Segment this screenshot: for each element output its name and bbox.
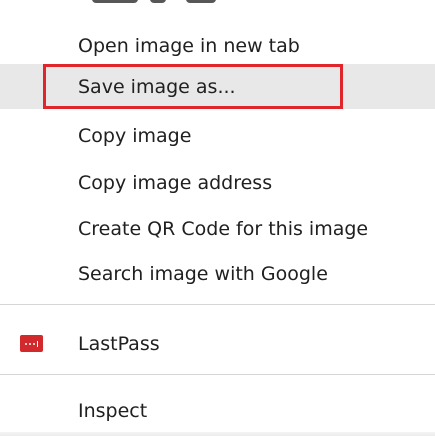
menu-item-copy-image[interactable]: Copy image (0, 113, 435, 158)
menu-bottom-edge (0, 432, 435, 436)
context-menu: Open image in new tab Save image as... C… (0, 0, 435, 436)
menu-separator (0, 374, 435, 375)
menu-item-copy-image-address[interactable]: Copy image address (0, 160, 435, 205)
cropped-previous-item (0, 0, 435, 14)
menu-item-inspect[interactable]: Inspect (0, 388, 435, 433)
lastpass-icon (20, 335, 43, 352)
menu-item-open-image-new-tab[interactable]: Open image in new tab (0, 23, 435, 68)
menu-item-lastpass-label: LastPass (78, 332, 160, 355)
menu-item-create-qr-code[interactable]: Create QR Code for this image (0, 206, 435, 251)
menu-item-save-image-as[interactable]: Save image as... (0, 64, 435, 109)
menu-item-search-image-google[interactable]: Search image with Google (0, 251, 435, 296)
menu-separator (0, 304, 435, 305)
menu-item-lastpass[interactable]: LastPass (0, 321, 435, 366)
